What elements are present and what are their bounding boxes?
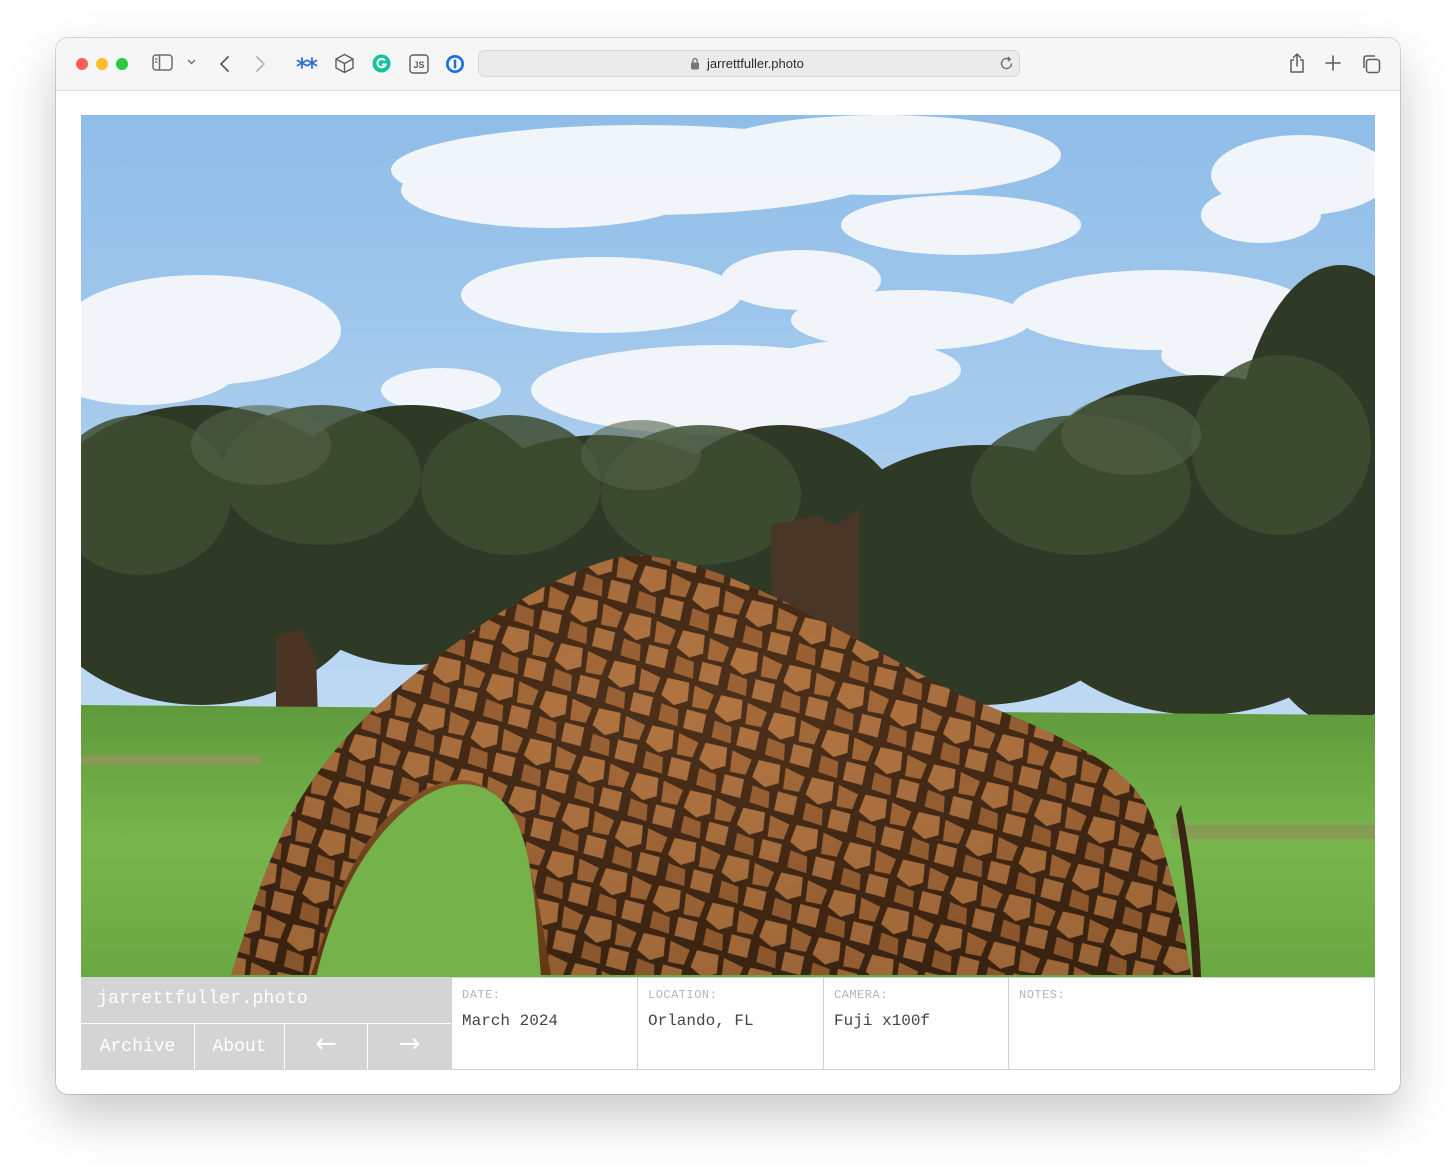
camera-cell: CAMERA: Fuji x100f: [823, 978, 1008, 1069]
zoom-window-button[interactable]: [116, 58, 128, 70]
sidebar-icon[interactable]: [152, 54, 173, 71]
camera-label: CAMERA:: [834, 988, 888, 1002]
date-label: DATE:: [462, 988, 501, 1002]
location-value: Orlando, FL: [648, 1012, 754, 1030]
previous-photo-button[interactable]: ←: [285, 1024, 367, 1070]
notes-cell: NOTES:: [1008, 978, 1374, 1069]
site-title-link[interactable]: jarrettfuller.photo: [81, 977, 451, 1023]
next-photo-button[interactable]: →: [368, 1024, 451, 1070]
tab-overview-icon[interactable]: [1361, 54, 1381, 74]
camera-value: Fuji x100f: [834, 1012, 931, 1030]
address-bar[interactable]: jarrettfuller.photo: [478, 50, 1020, 77]
photo-metadata: DATE: March 2024 LOCATION: Orlando, FL C…: [451, 977, 1375, 1070]
chevron-down-icon[interactable]: [187, 59, 196, 65]
date-cell: DATE: March 2024: [452, 978, 637, 1069]
about-button[interactable]: About: [195, 1024, 284, 1070]
lock-icon: [690, 57, 700, 70]
date-value: March 2024: [462, 1012, 559, 1030]
browser-toolbar: JS jarrettfuller.photo: [56, 38, 1400, 91]
browser-window: JS jarrettfuller.photo jarrettfuller.pho…: [56, 38, 1400, 1094]
forward-icon[interactable]: [254, 55, 266, 73]
cube-extension-icon[interactable]: [334, 53, 355, 74]
share-icon[interactable]: [1288, 52, 1306, 74]
password-manager-extension-icon[interactable]: [445, 54, 465, 74]
new-tab-icon[interactable]: [1325, 55, 1341, 71]
archive-button[interactable]: Archive: [81, 1024, 194, 1070]
back-icon[interactable]: [219, 55, 231, 73]
notes-label: NOTES:: [1019, 988, 1066, 1002]
asterisk-extension-icon[interactable]: [296, 55, 318, 71]
url-text: jarrettfuller.photo: [707, 56, 804, 71]
location-cell: LOCATION: Orlando, FL: [637, 978, 823, 1069]
location-label: LOCATION:: [648, 988, 718, 1002]
js-extension-icon[interactable]: JS: [409, 54, 429, 74]
minimize-window-button[interactable]: [96, 58, 108, 70]
grammarly-extension-icon[interactable]: [372, 54, 391, 73]
js-badge-text: JS: [413, 60, 424, 70]
photo-info-bar: jarrettfuller.photo Archive About ← → DA…: [81, 977, 1375, 1070]
close-window-button[interactable]: [76, 58, 88, 70]
giraffe-grazing-photo: [81, 115, 1375, 977]
reload-icon[interactable]: [999, 56, 1014, 71]
